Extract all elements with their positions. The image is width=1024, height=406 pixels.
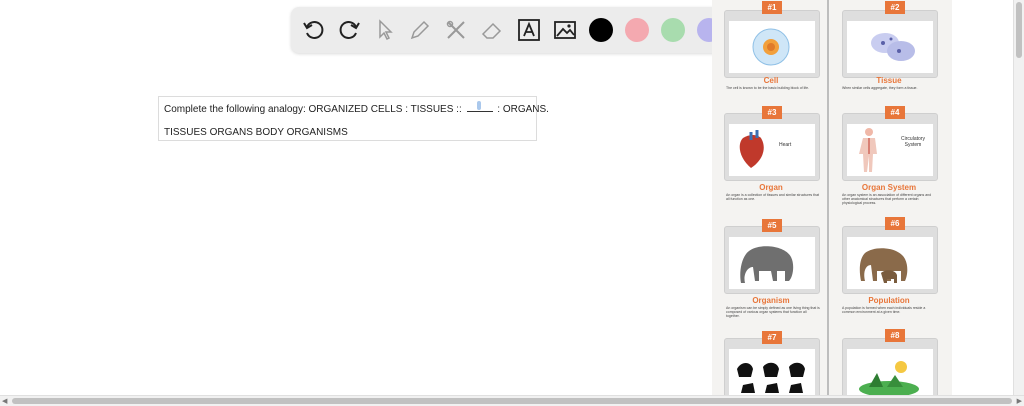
eraser-icon[interactable]	[479, 17, 505, 43]
scroll-right-arrow-icon[interactable]: ▶	[1017, 397, 1022, 405]
text-icon[interactable]	[516, 17, 542, 43]
elephants-illustration	[859, 248, 908, 283]
card-title-population: Population	[868, 296, 910, 305]
card-organ: Heart	[724, 113, 820, 181]
card-title-organ: Organ	[759, 183, 783, 192]
heart-label: Heart	[779, 142, 792, 148]
card-desc-tissue: When similar cells aggregate, they form …	[842, 86, 918, 90]
answer-choices: TISSUES ORGANS BODY ORGANISMS	[164, 127, 348, 138]
card-cell	[724, 10, 820, 78]
image-icon[interactable]	[552, 17, 578, 43]
redo-icon[interactable]	[336, 17, 362, 43]
badge-6: #6	[885, 217, 905, 230]
card-title-organ-system: Organ System	[861, 183, 917, 192]
card-desc-population: A population is formed when each individ…	[842, 306, 926, 315]
horizontal-scrollbar[interactable]: ◀ ▶	[0, 395, 1024, 406]
card-title-tissue: Tissue	[876, 76, 902, 85]
heart-illustration	[739, 130, 764, 168]
badge-8: #8	[885, 329, 905, 342]
drawing-toolbar	[291, 7, 734, 53]
ecosystem-illustration	[859, 361, 919, 395]
badge-4: #4	[885, 106, 905, 119]
horizontal-scroll-thumb[interactable]	[12, 398, 1012, 404]
pencil-icon[interactable]	[407, 17, 433, 43]
card-title-organism: Organism	[752, 296, 790, 305]
scroll-left-arrow-icon[interactable]: ◀	[2, 397, 7, 405]
tools-icon[interactable]	[443, 17, 469, 43]
card-organism	[724, 226, 820, 294]
badge-7: #7	[762, 331, 782, 344]
pointer-icon[interactable]	[372, 17, 398, 43]
card-title-cell: Cell	[763, 76, 779, 85]
card-desc-organ: An organ is a collection of tissues and …	[726, 193, 819, 202]
card-ecosystem	[842, 338, 938, 395]
vertical-scroll-thumb[interactable]	[1016, 2, 1022, 58]
human-body-illustration	[859, 128, 877, 172]
card-organ-system: Circulatory System	[842, 113, 938, 181]
elephant-illustration	[740, 246, 794, 283]
levels-of-organization-infographic: #1 Cell The cell is known to be the basi…	[712, 0, 952, 395]
card-desc-organism: An organism can be simply defined as one…	[726, 306, 820, 319]
badge-1: #1	[762, 1, 782, 14]
badge-3: #3	[762, 106, 782, 119]
card-community	[724, 338, 820, 395]
animals-silhouette-illustration	[737, 362, 805, 393]
vertical-scrollbar[interactable]	[1013, 0, 1024, 396]
badge-2: #2	[885, 1, 905, 14]
card-tissue	[842, 10, 938, 78]
badge-5: #5	[762, 219, 782, 232]
tissue-illustration	[871, 33, 915, 61]
cell-illustration	[752, 28, 790, 66]
card-desc-organ-system: An organ system is an association of dif…	[842, 193, 932, 206]
card-population	[842, 226, 938, 294]
answer-blank[interactable]	[466, 101, 493, 112]
color-swatch-black[interactable]	[589, 18, 613, 42]
color-swatch-green[interactable]	[661, 18, 685, 42]
circulatory-system-label: Circulatory System	[901, 136, 925, 148]
question-card: Complete the following analogy: ORGANIZE…	[158, 96, 549, 141]
color-swatch-pink[interactable]	[625, 18, 649, 42]
undo-icon[interactable]	[301, 17, 327, 43]
question-prompt: Complete the following analogy: ORGANIZE…	[164, 101, 549, 115]
card-desc-cell: The cell is known to be the basic buildi…	[726, 86, 810, 90]
timeline-line	[827, 0, 829, 395]
